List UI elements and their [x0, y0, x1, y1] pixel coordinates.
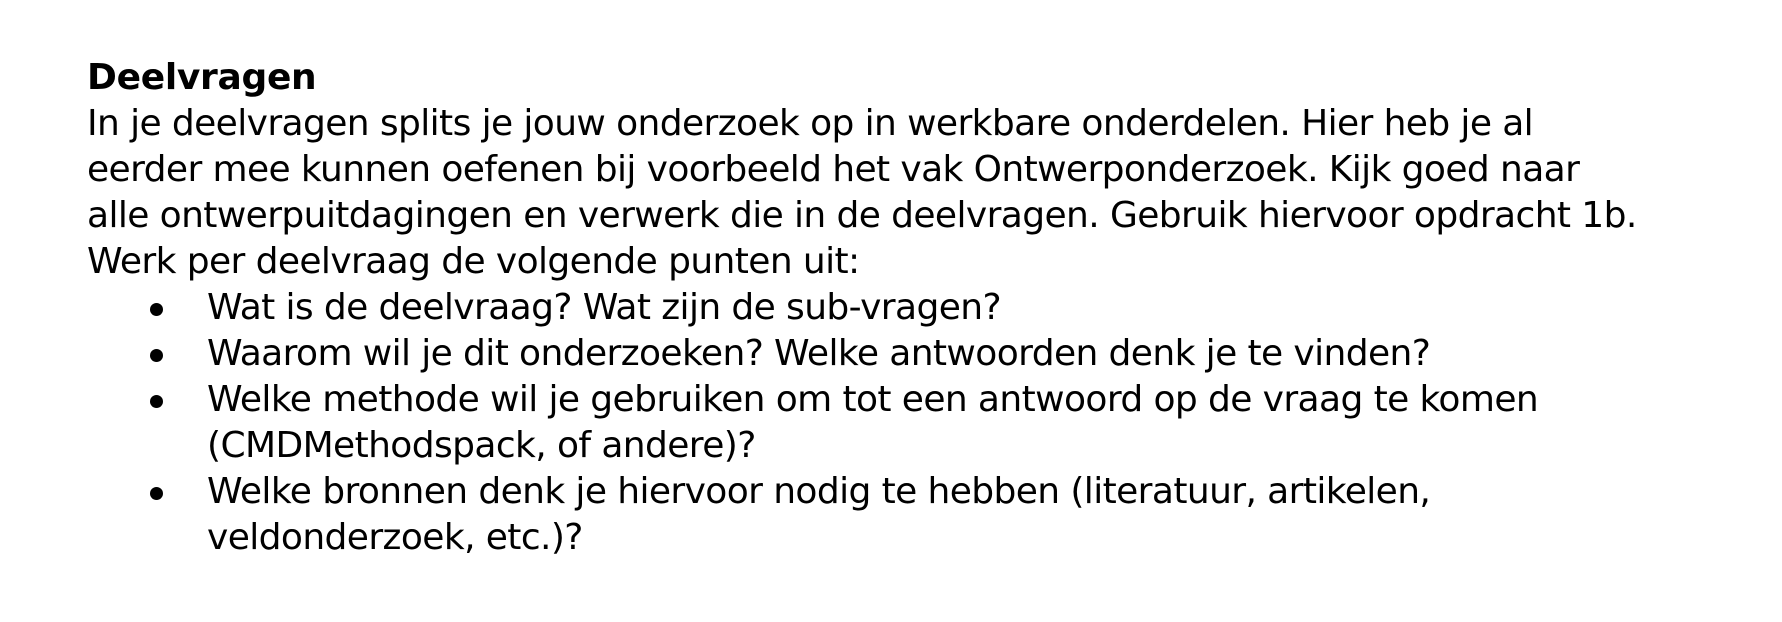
bullet-list: Wat is de deelvraag? Wat zijn de sub-vra…: [87, 285, 1747, 561]
list-item-line: Welke methode wil je gebruiken om tot ee…: [207, 379, 1539, 420]
intro-paragraph: In je deelvragen splits je jouw onderzoe…: [87, 101, 1747, 285]
paragraph-line: alle ontwerpuitdagingen en verwerk die i…: [87, 195, 1637, 236]
list-item: Welke bronnen denk je hiervoor nodig te …: [87, 469, 1747, 561]
paragraph-line: eerder mee kunnen oefenen bij voorbeeld …: [87, 149, 1580, 190]
list-item: Waarom wil je dit onderzoeken? Welke ant…: [87, 331, 1747, 377]
list-item: Welke methode wil je gebruiken om tot ee…: [87, 377, 1747, 469]
list-item-line: Welke bronnen denk je hiervoor nodig te …: [207, 471, 1431, 512]
bullet-icon: [150, 487, 163, 500]
section-heading: Deelvragen: [87, 57, 317, 98]
list-item-line: Wat is de deelvraag? Wat zijn de sub-vra…: [207, 287, 1002, 328]
document-body: Deelvragen In je deelvragen splits je jo…: [87, 55, 1747, 561]
paragraph-line: In je deelvragen splits je jouw onderzoe…: [87, 103, 1534, 144]
list-item-line: veldonderzoek, etc.)?: [207, 517, 583, 558]
bullet-icon: [150, 395, 163, 408]
paragraph-line: Werk per deelvraag de volgende punten ui…: [87, 241, 860, 282]
bullet-icon: [150, 349, 163, 362]
list-item-line: Waarom wil je dit onderzoeken? Welke ant…: [207, 333, 1431, 374]
list-item-line: (CMDMethodspack, of andere)?: [207, 425, 756, 466]
list-item: Wat is de deelvraag? Wat zijn de sub-vra…: [87, 285, 1747, 331]
bullet-icon: [150, 303, 163, 316]
